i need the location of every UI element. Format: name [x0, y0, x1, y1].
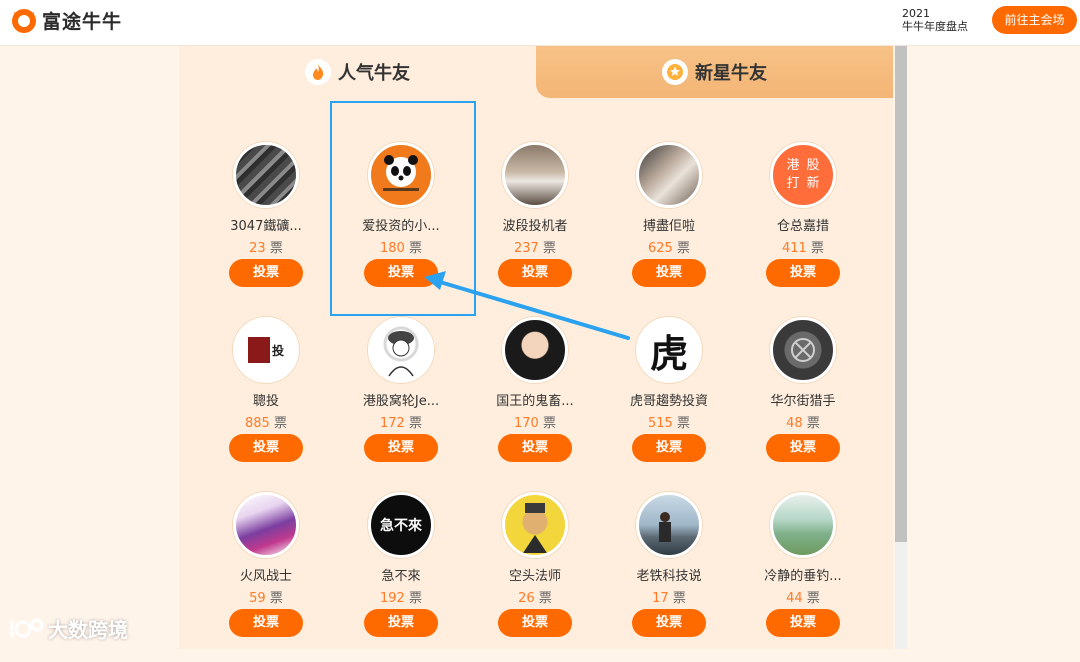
user-card: 港股打新 仓总嘉措 411 票 投票: [736, 142, 870, 312]
user-name[interactable]: 虎哥趨勢投資: [602, 390, 736, 409]
user-card: 老铁科技说 17 票 投票: [602, 492, 736, 662]
brand-logo[interactable]: 富途牛牛: [10, 6, 122, 34]
ranking-panel: 人气牛友 新星牛友 3047鐵礦... 23 票 投票 爱投资的小... 180…: [179, 46, 893, 649]
vote-button[interactable]: 投票: [498, 609, 572, 637]
vote-count: 17 票: [652, 591, 686, 606]
vote-button[interactable]: 投票: [498, 434, 572, 462]
vote-button[interactable]: 投票: [229, 434, 303, 462]
avatar[interactable]: 港股打新: [770, 142, 836, 208]
avatar[interactable]: [233, 492, 299, 558]
avatar[interactable]: 急不來: [368, 492, 434, 558]
vote-count: 885 票: [245, 416, 287, 431]
avatar[interactable]: [502, 317, 568, 383]
user-name[interactable]: 聰投: [199, 390, 333, 409]
user-name[interactable]: 冷静的垂钓...: [736, 565, 870, 584]
vote-count: 515 票: [648, 416, 690, 431]
user-card: 投 聰投 885 票 投票: [199, 317, 333, 487]
avatar[interactable]: [233, 142, 299, 208]
user-name[interactable]: 国王的鬼畜...: [468, 390, 602, 409]
avatar-text: 新: [806, 176, 820, 191]
user-card: 3047鐵礦... 23 票 投票: [199, 142, 333, 312]
user-card: 火风战士 59 票 投票: [199, 492, 333, 662]
vote-button[interactable]: 投票: [632, 259, 706, 287]
user-card: 急不來 急不來 192 票 投票: [334, 492, 468, 662]
user-card: 冷静的垂钓... 44 票 投票: [736, 492, 870, 662]
avatar-text: 股: [806, 158, 820, 173]
user-card: 搏盡佢啦 625 票 投票: [602, 142, 736, 312]
hat-figure-icon: [523, 503, 547, 553]
avatar-text: 急不來: [380, 518, 422, 534]
scrollbar-thumb[interactable]: [895, 46, 907, 542]
user-name[interactable]: 仓总嘉措: [736, 215, 870, 234]
avatar[interactable]: [636, 492, 702, 558]
vote-count: 625 票: [648, 241, 690, 256]
vote-button[interactable]: 投票: [364, 609, 438, 637]
vote-button[interactable]: 投票: [632, 434, 706, 462]
avatar[interactable]: [770, 492, 836, 558]
vote-button[interactable]: 投票: [766, 259, 840, 287]
top-bar: 富途牛牛 2021 牛牛年度盘点 前往主会场: [0, 0, 1080, 46]
vote-button[interactable]: 投票: [632, 609, 706, 637]
emblem-icon: [791, 338, 815, 362]
vote-count: 192 票: [380, 591, 422, 606]
vote-count: 411 票: [782, 241, 824, 256]
avatar-text: 港: [786, 158, 800, 173]
vote-count: 237 票: [514, 241, 556, 256]
scrollbar[interactable]: [895, 46, 907, 649]
brand-name: 富途牛牛: [42, 10, 123, 33]
user-name[interactable]: 波段投机者: [468, 215, 602, 234]
user-name[interactable]: 老铁科技说: [602, 565, 736, 584]
vote-count: 44 票: [786, 591, 820, 606]
avatar[interactable]: [502, 492, 568, 558]
user-name[interactable]: 搏盡佢啦: [602, 215, 736, 234]
event-name: 牛牛年度盘点: [902, 20, 968, 33]
avatar[interactable]: [502, 142, 568, 208]
user-card: 国王的鬼畜... 170 票 投票: [468, 317, 602, 487]
vote-count: 172 票: [380, 416, 422, 431]
avatar[interactable]: 虎: [636, 317, 702, 383]
user-card: 华尔街猎手 48 票 投票: [736, 317, 870, 487]
vote-button[interactable]: 投票: [364, 434, 438, 462]
vote-button[interactable]: 投票: [229, 609, 303, 637]
avatar-text: 投: [271, 343, 284, 358]
avatar[interactable]: [770, 317, 836, 383]
person-photo-icon: [659, 512, 671, 542]
vote-count: 26 票: [518, 591, 552, 606]
user-card: 波段投机者 237 票 投票: [468, 142, 602, 312]
vote-count: 48 票: [786, 416, 820, 431]
user-card: 港股窝轮Je... 172 票 投票: [334, 317, 468, 487]
vote-button[interactable]: 投票: [498, 259, 572, 287]
vote-count: 59 票: [249, 591, 283, 606]
user-grid: 3047鐵礦... 23 票 投票 爱投资的小... 180 票 投票 波段投机…: [179, 46, 893, 649]
avatar-text: 虎: [649, 330, 688, 376]
avatar[interactable]: [368, 317, 434, 383]
vote-button[interactable]: 投票: [766, 434, 840, 462]
event-title: 2021 牛牛年度盘点: [902, 7, 968, 33]
futu-logo-icon: [12, 9, 36, 33]
watermark-text: 大数跨境: [48, 618, 128, 642]
user-name[interactable]: 3047鐵礦...: [199, 215, 333, 234]
avatar[interactable]: [636, 142, 702, 208]
user-name[interactable]: 港股窝轮Je...: [334, 390, 468, 409]
vote-button[interactable]: 投票: [766, 609, 840, 637]
vote-count: 23 票: [249, 241, 283, 256]
main-venue-button[interactable]: 前往主会场: [992, 6, 1077, 34]
user-name[interactable]: 急不來: [334, 565, 468, 584]
user-name[interactable]: 火风战士: [199, 565, 333, 584]
user-name[interactable]: 空头法师: [468, 565, 602, 584]
event-year: 2021: [902, 7, 930, 20]
watermark-logo-icon: [10, 618, 44, 638]
avatar-text: 打: [786, 176, 800, 191]
user-card: 虎 虎哥趨勢投資 515 票 投票: [602, 317, 736, 487]
logo-block: [247, 337, 270, 363]
watermark: 大数跨境: [8, 614, 128, 643]
user-card: 空头法师 26 票 投票: [468, 492, 602, 662]
vote-button[interactable]: 投票: [229, 259, 303, 287]
avatar[interactable]: 投: [233, 317, 299, 383]
highlight-box: [330, 101, 476, 316]
sketch-portrait-icon: [388, 331, 414, 377]
vote-count: 170 票: [514, 416, 556, 431]
user-name[interactable]: 华尔街猎手: [736, 390, 870, 409]
